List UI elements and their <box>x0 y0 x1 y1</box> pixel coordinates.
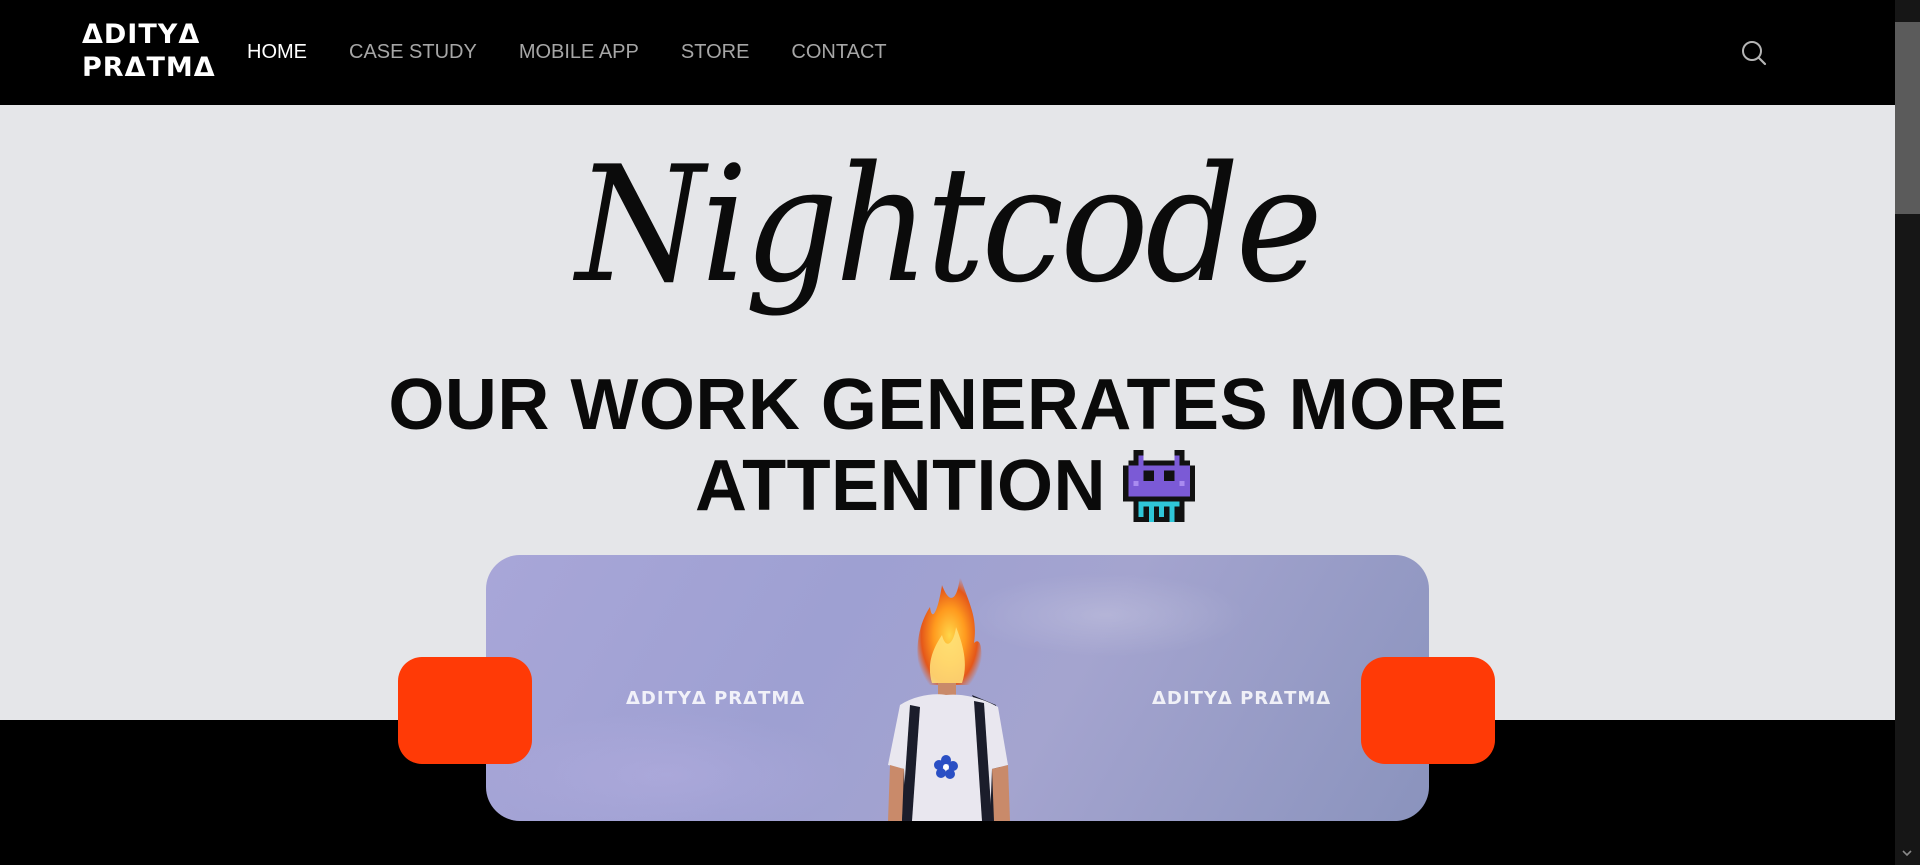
hero-image-card: ΔDITYΔ PRΔTMΔ ΔDITYΔ PRΔTMΔ <box>486 555 1429 821</box>
chevron-down-icon[interactable] <box>1901 847 1913 859</box>
nav-item-case-study[interactable]: CASE STUDY <box>349 41 477 64</box>
headline-line-1: OUR WORK GENERATES MORE <box>388 365 1507 445</box>
search-button[interactable] <box>1740 39 1768 67</box>
search-icon <box>1742 41 1767 66</box>
scrollbar[interactable] <box>1895 0 1920 865</box>
nav-item-mobile-app[interactable]: MOBILE APP <box>519 41 639 64</box>
carousel-prev-button[interactable] <box>398 657 532 764</box>
script-title: Nightcode <box>575 131 1323 318</box>
site-header: ΔDITYΔ PRΔTMΔ HOME CASE STUDY MOBILE APP… <box>0 0 1895 105</box>
page: ΔDITYΔ PRΔTMΔ HOME CASE STUDY MOBILE APP… <box>0 0 1920 865</box>
carousel-next-button[interactable] <box>1361 657 1495 764</box>
site-logo[interactable]: ΔDITYΔ PRΔTMΔ <box>82 18 216 88</box>
watermark-right: ΔDITYΔ PRΔTMΔ <box>1152 688 1332 709</box>
logo-line-1: ΔDITYΔ <box>82 19 201 50</box>
burning-head-figure-image <box>888 575 1010 821</box>
scrollbar-thumb[interactable] <box>1895 22 1920 214</box>
headline-line-2: ATTENTION <box>694 446 1107 526</box>
nav-item-home[interactable]: HOME <box>247 41 307 64</box>
main-nav: HOME CASE STUDY MOBILE APP STORE CONTACT <box>247 0 887 105</box>
pixel-alien-icon <box>1123 450 1195 522</box>
hero-headline: OUR WORK GENERATES MORE ATTENTION <box>0 365 1895 527</box>
nav-item-store[interactable]: STORE <box>681 41 750 64</box>
watermark-left: ΔDITYΔ PRΔTMΔ <box>626 688 806 709</box>
logo-line-2: PRΔTMΔ <box>82 52 216 83</box>
nav-item-contact[interactable]: CONTACT <box>791 41 886 64</box>
